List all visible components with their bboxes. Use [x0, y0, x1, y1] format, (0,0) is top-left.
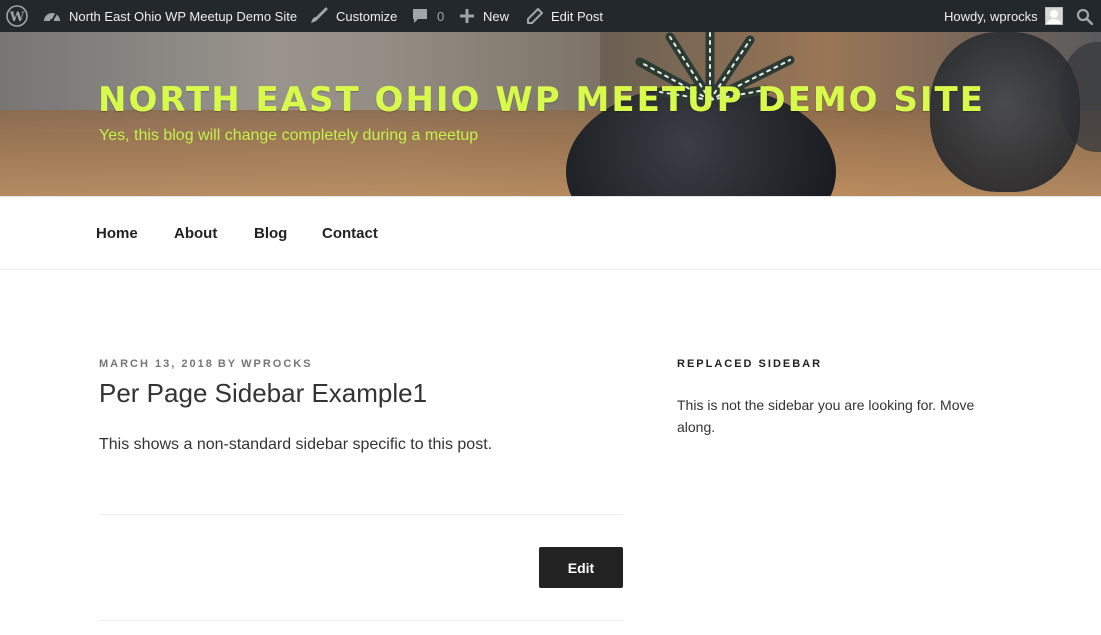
post-author[interactable]: WPROCKS — [241, 358, 312, 370]
paintbrush-icon — [310, 7, 328, 25]
plus-icon — [460, 9, 474, 23]
divider — [99, 514, 623, 515]
admin-bar: W North East Ohio WP Meetup Demo Site Cu… — [0, 0, 1101, 32]
post-meta: MARCH 13, 2018 BY WPROCKS — [99, 358, 313, 370]
site-tagline: Yes, this blog will change completely du… — [99, 127, 479, 144]
customize-link[interactable]: Customize — [310, 0, 397, 32]
post-by-label: BY — [217, 358, 238, 370]
howdy-label: Howdy, wprocks — [944, 8, 1038, 24]
edit-post-link[interactable]: Edit Post — [527, 0, 603, 32]
comment-icon — [412, 8, 428, 24]
nav-item-blog[interactable]: Blog — [254, 225, 287, 242]
site-header: NORTH EAST OHIO WP MEETUP DEMO SITE Yes,… — [0, 32, 1101, 196]
divider — [99, 620, 623, 621]
wordpress-logo-icon: W — [6, 5, 28, 27]
nav-item-about[interactable]: About — [174, 225, 217, 242]
post-content: This shows a non-standard sidebar specif… — [99, 436, 493, 453]
nav-item-home[interactable]: Home — [96, 225, 138, 242]
pencil-icon — [527, 8, 543, 24]
svg-text:W: W — [9, 10, 25, 25]
admin-search[interactable] — [1076, 0, 1093, 32]
avatar — [1044, 7, 1063, 25]
site-title[interactable]: NORTH EAST OHIO WP MEETUP DEMO SITE — [98, 80, 985, 120]
comments-count: 0 — [437, 8, 445, 24]
customize-label: Customize — [336, 8, 398, 24]
search-icon — [1076, 8, 1093, 25]
widget-text: This is not the sidebar you are looking … — [677, 397, 975, 435]
edit-button[interactable]: Edit — [539, 547, 623, 588]
new-content-menu[interactable]: New — [460, 0, 509, 32]
comments-link[interactable]: 0 — [412, 0, 444, 32]
post-title: Per Page Sidebar Example1 — [99, 378, 428, 408]
post-date[interactable]: MARCH 13, 2018 — [99, 358, 214, 370]
site-name-menu[interactable]: North East Ohio WP Meetup Demo Site — [43, 0, 297, 32]
dashboard-icon — [43, 8, 61, 24]
widget-title: REPLACED SIDEBAR — [677, 358, 823, 370]
main-navigation: Home About Blog Contact — [0, 196, 1101, 270]
wp-logo-menu[interactable]: W — [6, 0, 28, 32]
edit-post-label: Edit Post — [551, 8, 604, 24]
site-name-label: North East Ohio WP Meetup Demo Site — [69, 8, 298, 24]
my-account-menu[interactable]: Howdy, wprocks — [944, 0, 1063, 32]
nav-item-contact[interactable]: Contact — [322, 225, 378, 242]
new-label: New — [483, 8, 510, 24]
